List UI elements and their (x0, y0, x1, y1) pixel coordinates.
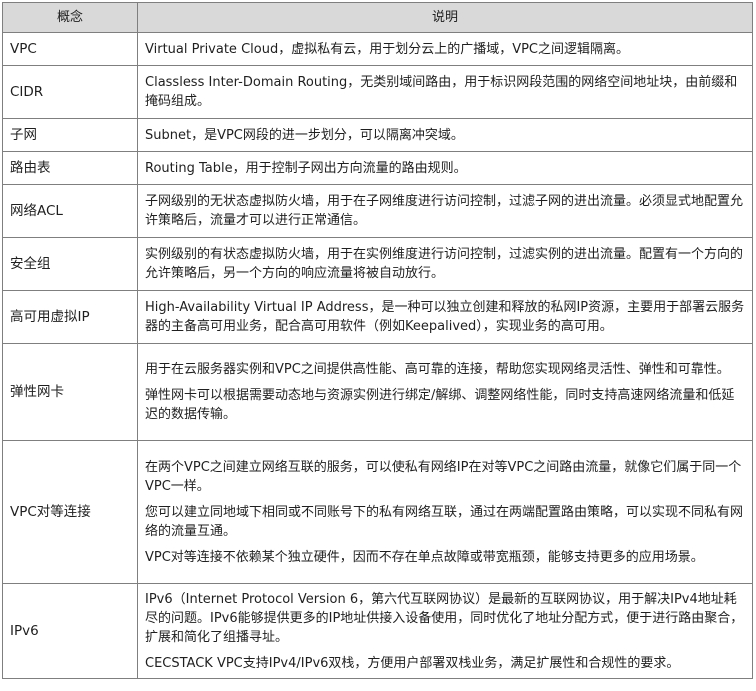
description-paragraph: Subnet，是VPC网段的进一步划分，可以隔离冲突域。 (145, 127, 464, 143)
term-cell: 弹性网卡 (2, 343, 138, 441)
description-paragraph: IPv6（Internet Protocol Version 6，第六代互联网协… (145, 591, 744, 645)
description-cell: Routing Table，用于控制子网出方向流量的路由规则。 (137, 151, 753, 185)
table-row: CIDR Classless Inter-Domain Routing，无类别域… (2, 65, 753, 119)
table-row: VPC对等连接 在两个VPC之间建立网络互联的服务，可以使私有网络IP在对等VP… (2, 440, 753, 584)
description-cell: 在两个VPC之间建立网络互联的服务，可以使私有网络IP在对等VPC之间路由流量，… (137, 440, 753, 584)
concept-table: 概念 说明 VPC Virtual Private Cloud，虚拟私有云，用于… (2, 2, 753, 679)
term-cell: 安全组 (2, 237, 138, 291)
description-paragraph: VPC对等连接不依赖某个独立硬件，因而不存在单点故障或带宽瓶颈，能够支持更多的应… (145, 549, 704, 565)
table-row: IPv6 IPv6（Internet Protocol Version 6，第六… (2, 583, 753, 679)
description-cell: Virtual Private Cloud，虚拟私有云，用于划分云上的广播域，V… (137, 32, 753, 66)
description-paragraph: 子网级别的无状态虚拟防火墙，用于在子网维度进行访问控制，过滤子网的进出流量。必须… (145, 194, 744, 228)
term-cell: IPv6 (2, 583, 138, 679)
description-cell: High-Availability Virtual IP Address，是一种… (137, 290, 753, 344)
term-cell: VPC对等连接 (2, 440, 138, 584)
term-cell: VPC (2, 32, 138, 66)
description-cell: Subnet，是VPC网段的进一步划分，可以隔离冲突域。 (137, 118, 753, 152)
description-cell: Classless Inter-Domain Routing，无类别域间路由，用… (137, 65, 753, 119)
description-paragraph: 用于在云服务器实例和VPC之间提供高性能、高可靠的连接，帮助您实现网络灵活性、弹… (145, 362, 730, 377)
table-row: 弹性网卡 用于在云服务器实例和VPC之间提供高性能、高可靠的连接，帮助您实现网络… (2, 343, 753, 441)
description-paragraph: Classless Inter-Domain Routing，无类别域间路由，用… (145, 75, 738, 109)
description-paragraph: CECSTACK VPC支持IPv4/IPv6双栈，方便用户部署双栈业务，满足扩… (145, 655, 680, 671)
header-concept: 概念 (2, 2, 138, 33)
header-description: 说明 (137, 2, 753, 33)
description-cell: 实例级别的有状态虚拟防火墙，用于在实例维度进行访问控制，过滤实例的进出流量。配置… (137, 237, 753, 291)
table-row: 安全组 实例级别的有状态虚拟防火墙，用于在实例维度进行访问控制，过滤实例的进出流… (2, 237, 753, 291)
term-cell: 路由表 (2, 151, 138, 185)
description-paragraph: 您可以建立同地域下相同或不同账号下的私有网络互联，通过在两端配置路由策略，可以实… (145, 504, 744, 539)
term-cell: CIDR (2, 65, 138, 119)
table-row: 子网 Subnet，是VPC网段的进一步划分，可以隔离冲突域。 (2, 118, 753, 152)
table-row: 网络ACL 子网级别的无状态虚拟防火墙，用于在子网维度进行访问控制，过滤子网的进… (2, 184, 753, 238)
description-paragraph: 在两个VPC之间建立网络互联的服务，可以使私有网络IP在对等VPC之间路由流量，… (145, 459, 742, 494)
term-cell: 高可用虚拟IP (2, 290, 138, 344)
description-paragraph: High-Availability Virtual IP Address，是一种… (145, 300, 745, 334)
description-cell: 用于在云服务器实例和VPC之间提供高性能、高可靠的连接，帮助您实现网络灵活性、弹… (137, 343, 753, 441)
description-paragraph: Virtual Private Cloud，虚拟私有云，用于划分云上的广播域，V… (145, 41, 630, 57)
description-cell: IPv6（Internet Protocol Version 6，第六代互联网协… (137, 583, 753, 679)
description-paragraph: 弹性网卡可以根据需要动态地与资源实例进行绑定/解绑、调整网络性能，同时支持高速网… (145, 388, 735, 422)
table-row: VPC Virtual Private Cloud，虚拟私有云，用于划分云上的广… (2, 32, 753, 66)
table-header-row: 概念 说明 (2, 2, 753, 33)
table-row: 高可用虚拟IP High-Availability Virtual IP Add… (2, 290, 753, 344)
table-row: 路由表 Routing Table，用于控制子网出方向流量的路由规则。 (2, 151, 753, 185)
description-cell: 子网级别的无状态虚拟防火墙，用于在子网维度进行访问控制，过滤子网的进出流量。必须… (137, 184, 753, 238)
description-paragraph: 实例级别的有状态虚拟防火墙，用于在实例维度进行访问控制，过滤实例的进出流量。配置… (145, 247, 744, 281)
description-paragraph: Routing Table，用于控制子网出方向流量的路由规则。 (145, 160, 467, 176)
term-cell: 子网 (2, 118, 138, 152)
term-cell: 网络ACL (2, 184, 138, 238)
